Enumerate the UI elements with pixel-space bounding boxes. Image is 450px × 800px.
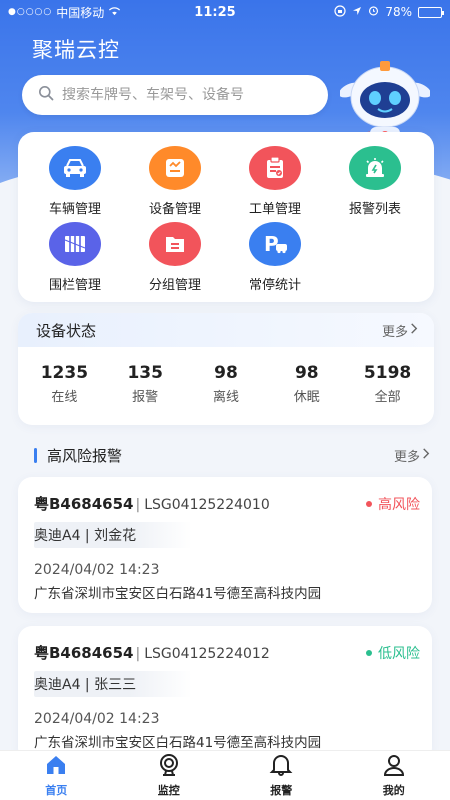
owner-name: 刘金花 — [94, 528, 137, 544]
wifi-icon — [108, 5, 121, 19]
more-label: 更多 — [381, 324, 408, 340]
car-model: 奥迪A4 — [34, 677, 81, 693]
stat-value: 5198 — [363, 363, 412, 383]
stat-value: 98 — [214, 363, 238, 383]
stat-label: 报警 — [132, 390, 159, 405]
high-risk-more-link[interactable]: 更多 — [394, 446, 430, 465]
tab-label: 首页 — [45, 783, 68, 797]
fence-icon — [49, 222, 101, 266]
group-icon — [149, 222, 201, 266]
stat-value: 1235 — [40, 363, 89, 383]
alarm-list-icon — [349, 146, 401, 190]
function-menu: 车辆管理 设备管理 工单管理 报警列表 围栏管理 分组管理 P 常停统计 — [18, 132, 434, 302]
alarm-time: 2024/04/02 14:23 — [34, 711, 160, 727]
plate-number: 粤B4684654 — [34, 495, 134, 513]
stat-value: 135 — [127, 363, 163, 383]
work-order-icon — [249, 146, 301, 190]
vin-number: LSG04125224012 — [144, 646, 270, 662]
high-risk-title: 高风险报警 — [47, 446, 123, 465]
location-icon — [352, 5, 362, 19]
lock-rotation-icon — [334, 4, 346, 20]
carrier-label: 中国移动 — [56, 5, 105, 20]
app-title: 聚瑞云控 — [32, 38, 120, 62]
tab-home[interactable]: 首页 — [16, 754, 96, 798]
stat-label: 在线 — [51, 390, 78, 405]
stat-sleep[interactable]: 98 休眠 — [267, 363, 347, 405]
menu-label: 围栏管理 — [48, 278, 101, 293]
menu-label: 工单管理 — [248, 202, 301, 217]
tab-mine[interactable]: 我的 — [354, 754, 434, 798]
alarm-clock-icon — [368, 5, 379, 19]
chevron-right-icon — [410, 322, 418, 338]
status-bar: ●○○○○ 中国移动 11:25 78% — [0, 0, 450, 24]
menu-fence-management[interactable]: 围栏管理 — [30, 222, 120, 293]
bottom-tab-bar: 首页 监控 报警 我的 — [0, 750, 450, 800]
risk-badge: 低风险 — [366, 643, 420, 663]
battery-icon — [418, 6, 444, 18]
monitor-icon — [157, 753, 181, 780]
stat-label: 休眠 — [293, 390, 320, 405]
menu-label: 报警列表 — [348, 202, 401, 217]
stat-alarm[interactable]: 135 报警 — [105, 363, 185, 405]
device-status-more-link[interactable]: 更多 — [382, 321, 418, 340]
svg-text:P: P — [264, 232, 279, 256]
menu-work-order-management[interactable]: 工单管理 — [230, 146, 320, 217]
alarm-card[interactable]: 粤B4684654 | LSG04125224010 高风险 奥迪A4 | 刘金花 … — [18, 477, 432, 613]
alarm-address: 广东省深圳市宝安区白石路41号德至高科技内园 — [34, 735, 322, 751]
car-icon — [49, 146, 101, 190]
risk-dot-icon — [366, 649, 372, 656]
menu-group-management[interactable]: 分组管理 — [130, 222, 220, 293]
menu-parking-statistics[interactable]: P 常停统计 — [230, 222, 320, 293]
tab-monitor[interactable]: 监控 — [129, 753, 209, 798]
menu-vehicle-management[interactable]: 车辆管理 — [30, 146, 120, 217]
tab-label: 监控 — [157, 783, 180, 797]
chevron-right-icon — [422, 447, 430, 463]
parking-icon: P — [249, 222, 301, 266]
device-status-card: 设备状态 更多 1235 在线 135 报警 98 离线 98 休眠 5198 … — [18, 313, 434, 425]
stat-label: 离线 — [212, 390, 239, 405]
section-accent-bar — [34, 447, 37, 463]
menu-alarm-list[interactable]: 报警列表 — [330, 146, 420, 217]
search-icon — [38, 85, 54, 105]
vehicle-owner: 奥迪A4 | 刘金花 — [34, 522, 193, 548]
status-time: 11:25 — [194, 4, 236, 20]
menu-label: 设备管理 — [148, 202, 201, 217]
signal-icon: ●○○○○ — [8, 7, 53, 17]
more-label: 更多 — [393, 449, 420, 465]
stat-online[interactable]: 1235 在线 — [24, 363, 104, 405]
user-icon — [382, 754, 406, 780]
menu-label: 分组管理 — [148, 278, 201, 293]
alarm-card[interactable]: 粤B4684654 | LSG04125224012 低风险 奥迪A4 | 张三三 … — [18, 626, 432, 762]
alarm-time: 2024/04/02 14:23 — [34, 562, 160, 578]
risk-dot-icon — [366, 500, 372, 507]
menu-label: 常停统计 — [248, 278, 301, 293]
stat-all[interactable]: 5198 全部 — [348, 363, 428, 405]
tab-label: 报警 — [270, 783, 293, 797]
owner-name: 张三三 — [94, 677, 137, 693]
stat-value: 98 — [294, 363, 319, 383]
battery-percent: 78% — [385, 5, 412, 19]
risk-badge: 高风险 — [366, 494, 420, 514]
risk-label: 低风险 — [378, 645, 420, 662]
stat-label: 全部 — [374, 390, 401, 405]
vehicle-owner: 奥迪A4 | 张三三 — [34, 671, 193, 697]
alarm-address: 广东省深圳市宝安区白石路41号德至高科技内园 — [34, 586, 322, 602]
stat-offline[interactable]: 98 离线 — [186, 363, 266, 405]
bell-icon — [269, 754, 293, 780]
car-model: 奥迪A4 — [34, 528, 81, 544]
menu-label: 车辆管理 — [48, 202, 101, 217]
home-icon — [44, 754, 68, 780]
vin-number: LSG04125224010 — [144, 497, 270, 513]
high-risk-header: 高风险报警 更多 — [34, 444, 430, 466]
search-bar[interactable] — [22, 75, 328, 115]
plate-number: 粤B4684654 — [34, 644, 134, 662]
risk-label: 高风险 — [378, 496, 420, 513]
menu-device-management[interactable]: 设备管理 — [130, 146, 220, 217]
device-icon — [149, 146, 201, 190]
device-status-title: 设备状态 — [36, 321, 97, 340]
tab-alarm[interactable]: 报警 — [241, 754, 321, 798]
tab-label: 我的 — [382, 783, 405, 797]
search-input[interactable] — [62, 87, 328, 103]
